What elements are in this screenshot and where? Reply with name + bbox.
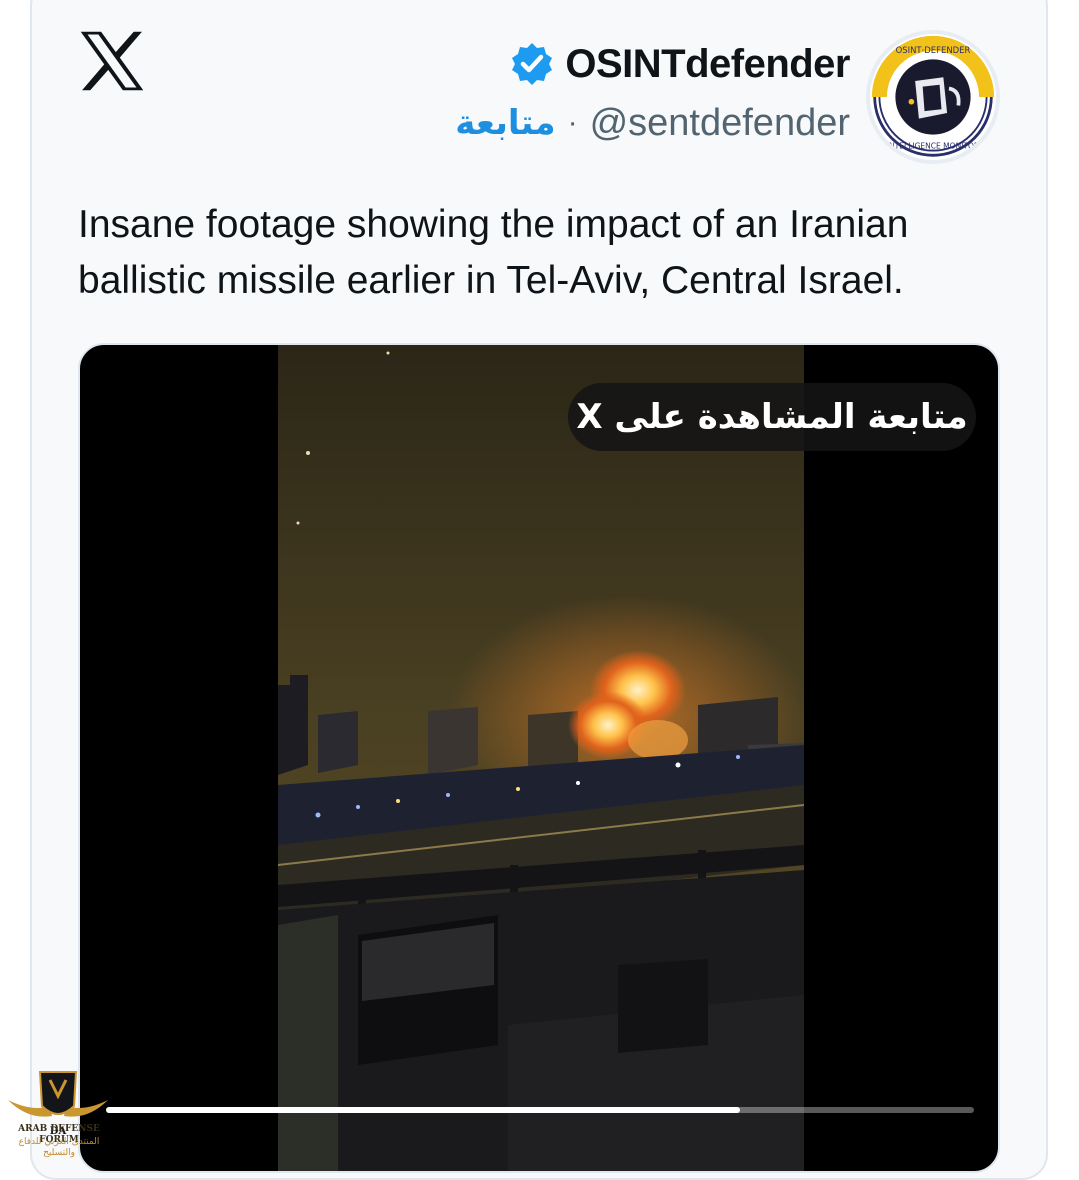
watermark-subtitle: المنتدى العربي للدفاع والتسليح — [18, 1137, 100, 1158]
follow-link[interactable]: متابعة — [455, 100, 555, 146]
video-progress-fill — [106, 1107, 740, 1113]
svg-text:OSINT·DEFENDER: OSINT·DEFENDER — [896, 45, 971, 55]
author-handle-row: متابعة · @sentdefender — [455, 100, 850, 146]
author-name-row[interactable]: OSINTdefender — [509, 40, 850, 88]
verified-badge-icon — [509, 41, 555, 87]
separator-dot: · — [567, 106, 578, 139]
author-display-name[interactable]: OSINTdefender — [565, 40, 850, 88]
watch-on-x-button[interactable]: متابعة المشاهدة على X — [568, 383, 976, 451]
video-frame[interactable] — [278, 345, 804, 1171]
author-handle[interactable]: @sentdefender — [590, 100, 850, 146]
x-logo-icon[interactable] — [78, 30, 146, 92]
video-progress-bar[interactable] — [106, 1107, 974, 1113]
video-player[interactable]: متابعة المشاهدة على X — [78, 343, 1000, 1173]
avatar[interactable]: OSINT·DEFENDER INTELLIGENCE MONITOR — [866, 30, 1000, 164]
svg-text:INTELLIGENCE MONITOR: INTELLIGENCE MONITOR — [887, 142, 979, 151]
tweet-text: Insane footage showing the impact of an … — [78, 203, 909, 302]
